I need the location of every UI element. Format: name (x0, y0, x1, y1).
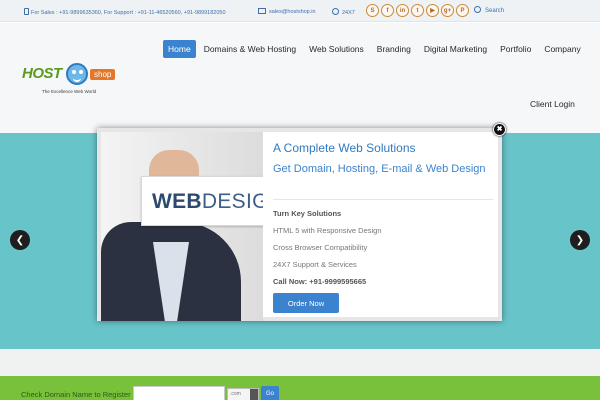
tld-select[interactable]: .com (227, 388, 259, 400)
skype-icon[interactable]: S (366, 4, 379, 17)
logo-host-text: HOST (22, 65, 62, 82)
email-link[interactable]: sales@hostshop.in (258, 8, 316, 15)
nav-company[interactable]: Company (539, 40, 585, 58)
domain-search-label: Check Domain Name to Register (21, 390, 131, 399)
domain-search-bar: Check Domain Name to Register .com Go (0, 376, 600, 400)
section-spacer (0, 349, 600, 376)
client-login-link[interactable]: Client Login (530, 99, 575, 109)
feature-item: 24X7 Support & Services (273, 260, 357, 269)
site-header: HOST shop The Excellence Web World Home … (0, 23, 600, 133)
phone-icon (24, 8, 29, 15)
domain-name-input[interactable] (133, 386, 225, 400)
modal-close-button[interactable]: ✖ (493, 123, 506, 136)
modal-key-heading: Turn Key Solutions (273, 209, 342, 218)
mail-icon (258, 8, 266, 14)
domain-go-button[interactable]: Go (261, 386, 279, 400)
card-text-design: DESIGN (201, 190, 263, 213)
nav-web-solutions[interactable]: Web Solutions (304, 40, 369, 58)
promo-modal: WEBDESIGN A Complete Web Solutions Get D… (97, 128, 502, 321)
email-text: sales@hostshop.in (269, 9, 316, 15)
clock-icon (332, 8, 339, 15)
search-label: Search (485, 8, 505, 14)
card-text-web: WEB (152, 190, 202, 213)
pinterest-icon[interactable]: P (456, 4, 469, 17)
hours-text: 24X7 (342, 10, 355, 16)
logo-tagline: The Excellence Web World (42, 89, 97, 94)
nav-home[interactable]: Home (163, 40, 196, 58)
feature-item: HTML 5 with Responsive Design (273, 226, 382, 235)
modal-title: A Complete Web Solutions (273, 141, 416, 155)
call-now-text: Call Now: +91-9999595665 (273, 277, 366, 286)
support-hours: 24X7 (332, 8, 355, 16)
facebook-icon[interactable]: f (381, 4, 394, 17)
modal-subtitle: Get Domain, Hosting, E-mail & Web Design (273, 163, 486, 175)
tld-select-value: .com (230, 391, 241, 397)
business-card-text: WEBDESIGN (152, 190, 263, 214)
slider-next-button[interactable]: ❯ (570, 230, 590, 250)
order-now-button[interactable]: Order Now (273, 293, 339, 313)
nav-digital-marketing[interactable]: Digital Marketing (419, 40, 492, 58)
logo-shop-text: shop (90, 69, 116, 80)
search-button[interactable]: Search (474, 6, 504, 14)
feature-item: Cross Browser Compatibility (273, 243, 368, 252)
hostshop-logo[interactable]: HOST shop The Excellence Web World (22, 63, 124, 119)
google-plus-icon[interactable]: g+ (441, 4, 454, 17)
twitter-icon[interactable]: t (411, 4, 424, 17)
modal-content: A Complete Web Solutions Get Domain, Hos… (273, 132, 501, 321)
contact-numbers: For Sales : +91-9899635360, For Support … (24, 8, 226, 16)
nav-domains-hosting[interactable]: Domains & Web Hosting (199, 40, 301, 58)
youtube-icon[interactable]: ▶ (426, 4, 439, 17)
linkedin-icon[interactable]: in (396, 4, 409, 17)
web-design-photo: WEBDESIGN (101, 132, 263, 321)
search-icon (474, 6, 481, 13)
contact-text: For Sales : +91-9899635360, For Support … (31, 10, 226, 16)
top-info-bar: For Sales : +91-9899635360, For Support … (0, 0, 600, 22)
business-card: WEBDESIGN (141, 176, 263, 226)
social-links: S f in t ▶ g+ P (366, 4, 469, 17)
call-now-number: +91-9999595665 (309, 277, 367, 286)
main-nav: Home Domains & Web Hosting Web Solutions… (163, 40, 589, 58)
nav-branding[interactable]: Branding (372, 40, 416, 58)
chevron-down-icon (250, 389, 258, 400)
smiley-logo-icon (66, 63, 88, 85)
call-now-label: Call Now: (273, 277, 308, 286)
modal-divider (273, 199, 493, 200)
slider-prev-button[interactable]: ❮ (10, 230, 30, 250)
nav-portfolio[interactable]: Portfolio (495, 40, 536, 58)
